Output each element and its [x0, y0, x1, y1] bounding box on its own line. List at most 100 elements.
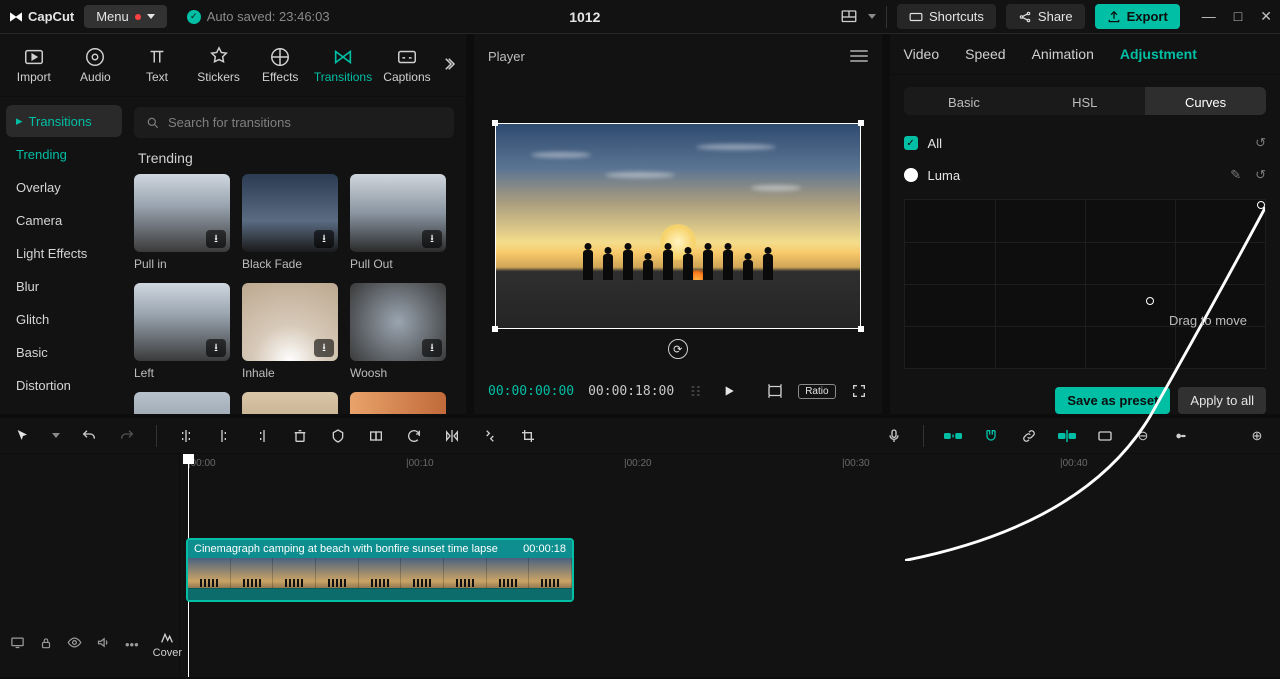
ratio-label[interactable]: Ratio — [798, 384, 835, 399]
shortcuts-button[interactable]: Shortcuts — [897, 4, 996, 29]
tab-captions[interactable]: Captions — [378, 40, 436, 90]
mic-icon[interactable] — [885, 427, 903, 445]
export-button[interactable]: Export — [1095, 4, 1180, 29]
search-icon — [146, 116, 160, 130]
ruler-mark: |00:40 — [1060, 458, 1088, 469]
play-button[interactable] — [720, 383, 738, 399]
close-icon[interactable]: ✕ — [1260, 8, 1272, 25]
tab-import[interactable]: Import — [6, 40, 62, 90]
mute-icon[interactable] — [96, 635, 111, 653]
tab-adjustment[interactable]: Adjustment — [1120, 46, 1197, 62]
curves-editor[interactable]: Drag to move — [904, 199, 1266, 369]
menu-button[interactable]: Menu — [84, 5, 167, 28]
rotate-icon[interactable] — [405, 427, 423, 445]
trim-left-icon[interactable] — [215, 427, 233, 445]
more-tabs-icon[interactable] — [442, 55, 460, 76]
trim-right-icon[interactable] — [253, 427, 271, 445]
refresh-icon[interactable]: ⟳ — [668, 339, 688, 359]
minimize-icon[interactable]: — — [1202, 8, 1216, 25]
sidebar-item-blur[interactable]: Blur — [6, 271, 122, 302]
transition-thumb[interactable]: ⭳ — [242, 392, 338, 414]
drag-hint: Drag to move — [1169, 313, 1247, 328]
eye-icon[interactable] — [67, 635, 82, 653]
seg-curves[interactable]: Curves — [1145, 87, 1266, 116]
download-icon[interactable]: ⭳ — [422, 230, 442, 248]
delete-icon[interactable] — [291, 427, 309, 445]
marker-icon[interactable] — [329, 427, 347, 445]
timeline: ⊖ ⊕ ••• Cover |00:00|00:10|00:20|00:30|0… — [0, 414, 1280, 677]
section-title: Trending — [138, 150, 450, 166]
tool-dropdown-icon[interactable] — [52, 433, 60, 438]
sidebar-item-glitch[interactable]: Glitch — [6, 304, 122, 335]
ruler-mark: |00:30 — [842, 458, 870, 469]
sidebar-item-trending[interactable]: Trending — [6, 139, 122, 170]
sidebar-item-overlay[interactable]: Overlay — [6, 172, 122, 203]
transition-thumb[interactable]: ⭳Left — [134, 283, 230, 380]
player-title: Player — [488, 49, 525, 64]
more-icon[interactable]: ••• — [125, 637, 139, 652]
download-icon[interactable]: ⭳ — [314, 339, 334, 357]
swap-icon[interactable] — [481, 427, 499, 445]
transition-thumb[interactable]: ⭳Pull in — [134, 174, 230, 271]
grid-view-icon[interactable] — [688, 383, 706, 399]
reset-icon[interactable]: ↺ — [1255, 135, 1266, 151]
group-icon[interactable] — [367, 427, 385, 445]
player-menu-icon[interactable] — [850, 50, 868, 62]
edit-icon[interactable]: ✎ — [1230, 167, 1241, 183]
share-button[interactable]: Share — [1006, 4, 1085, 29]
seg-basic[interactable]: Basic — [904, 87, 1025, 116]
curve-channel-all[interactable]: ✓All ↺ — [904, 127, 1266, 159]
search-input[interactable]: Search for transitions — [134, 107, 454, 138]
ruler-mark: |00:20 — [624, 458, 652, 469]
tab-transitions[interactable]: Transitions — [314, 40, 372, 90]
screen-icon[interactable] — [10, 635, 25, 653]
sidebar-item-camera[interactable]: Camera — [6, 205, 122, 236]
mirror-icon[interactable] — [443, 427, 461, 445]
tab-stickers[interactable]: Stickers — [191, 40, 247, 90]
crop-icon[interactable] — [519, 427, 537, 445]
cover-button[interactable]: Cover — [153, 629, 182, 659]
tab-effects[interactable]: Effects — [252, 40, 308, 90]
lock-icon[interactable] — [39, 636, 53, 653]
tab-animation[interactable]: Animation — [1032, 46, 1094, 62]
split-icon[interactable] — [177, 427, 195, 445]
project-title: 1012 — [569, 9, 600, 25]
time-duration: 00:00:18:00 — [588, 384, 674, 399]
select-tool[interactable] — [14, 427, 32, 445]
download-icon[interactable]: ⭳ — [422, 339, 442, 357]
sidebar-item-transitions[interactable]: ▸ Transitions — [6, 105, 122, 137]
tab-text[interactable]: Text — [129, 40, 185, 90]
video-preview[interactable]: ⟳ — [495, 123, 861, 329]
video-clip[interactable]: Cinemagraph camping at beach with bonfir… — [186, 538, 574, 602]
tab-speed[interactable]: Speed — [965, 46, 1005, 62]
fullscreen-icon[interactable] — [850, 383, 868, 399]
download-icon[interactable]: ⭳ — [314, 230, 334, 248]
time-current: 00:00:00:00 — [488, 384, 574, 399]
transition-thumb[interactable]: ⭳ — [350, 392, 446, 414]
transition-thumb[interactable]: ⭳Inhale — [242, 283, 338, 380]
transition-thumb[interactable]: ⭳Black Fade — [242, 174, 338, 271]
layout-icon[interactable] — [840, 8, 858, 26]
transition-thumb[interactable]: ⭳Pull Out — [350, 174, 446, 271]
auto-saved-status: ✓Auto saved: 23:46:03 — [187, 9, 330, 24]
tab-audio[interactable]: Audio — [68, 40, 124, 90]
download-icon[interactable]: ⭳ — [206, 339, 226, 357]
sidebar-item-basic[interactable]: Basic — [6, 337, 122, 368]
transition-thumb[interactable]: ⭳Woosh — [350, 283, 446, 380]
titlebar: CapCut Menu ✓Auto saved: 23:46:03 1012 S… — [0, 0, 1280, 34]
sidebar-item-light[interactable]: Light Effects — [6, 238, 122, 269]
redo-icon[interactable] — [118, 427, 136, 445]
media-panel: Import Audio Text Stickers Effects Trans… — [0, 34, 466, 414]
tab-video[interactable]: Video — [904, 46, 940, 62]
maximize-icon[interactable]: □ — [1234, 8, 1242, 25]
reset-icon[interactable]: ↺ — [1255, 167, 1266, 183]
download-icon[interactable]: ⭳ — [206, 230, 226, 248]
seg-hsl[interactable]: HSL — [1024, 87, 1145, 116]
chevron-down-icon[interactable] — [868, 14, 876, 19]
adjustment-panel: Video Speed Animation Adjustment Basic H… — [890, 34, 1280, 414]
curve-channel-luma[interactable]: Luma ✎↺ — [904, 159, 1266, 191]
transition-thumb[interactable]: ⭳ — [134, 392, 230, 414]
sidebar-item-distortion[interactable]: Distortion — [6, 370, 122, 401]
undo-icon[interactable] — [80, 427, 98, 445]
fit-icon[interactable] — [766, 382, 784, 400]
